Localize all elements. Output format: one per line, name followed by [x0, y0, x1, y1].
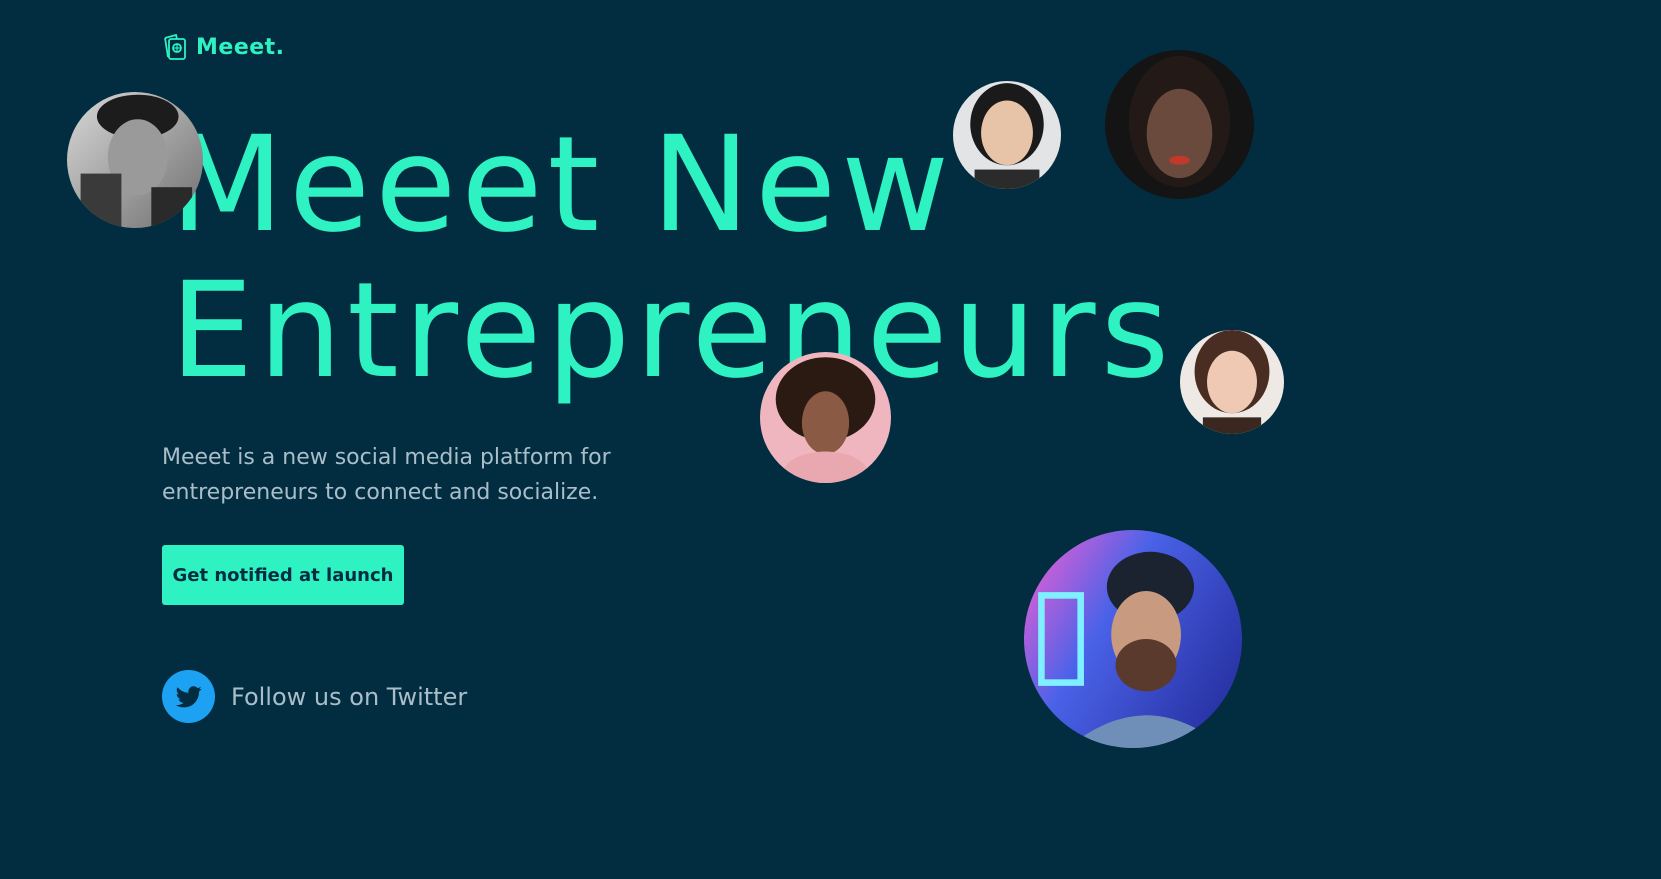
avatar-2 [953, 81, 1061, 189]
twitter-follow-link[interactable]: Follow us on Twitter [162, 670, 467, 723]
brand-name: Meeet. [196, 34, 285, 60]
brand-logo[interactable]: Meeet. [162, 33, 285, 61]
avatar-5 [760, 352, 891, 483]
avatar-4 [1180, 330, 1284, 434]
hero-subtitle: Meeet is a new social media platform for… [162, 445, 611, 505]
twitter-bird-icon [162, 670, 215, 723]
twitter-follow-label: Follow us on Twitter [231, 682, 468, 711]
headline-line-2: Entrepreneurs [170, 254, 1175, 408]
avatar-3 [1105, 50, 1254, 199]
notify-launch-button[interactable]: Get notified at launch [162, 545, 404, 605]
avatar-1 [67, 92, 203, 228]
avatar-6 [1024, 530, 1242, 748]
passport-icon [162, 33, 188, 61]
